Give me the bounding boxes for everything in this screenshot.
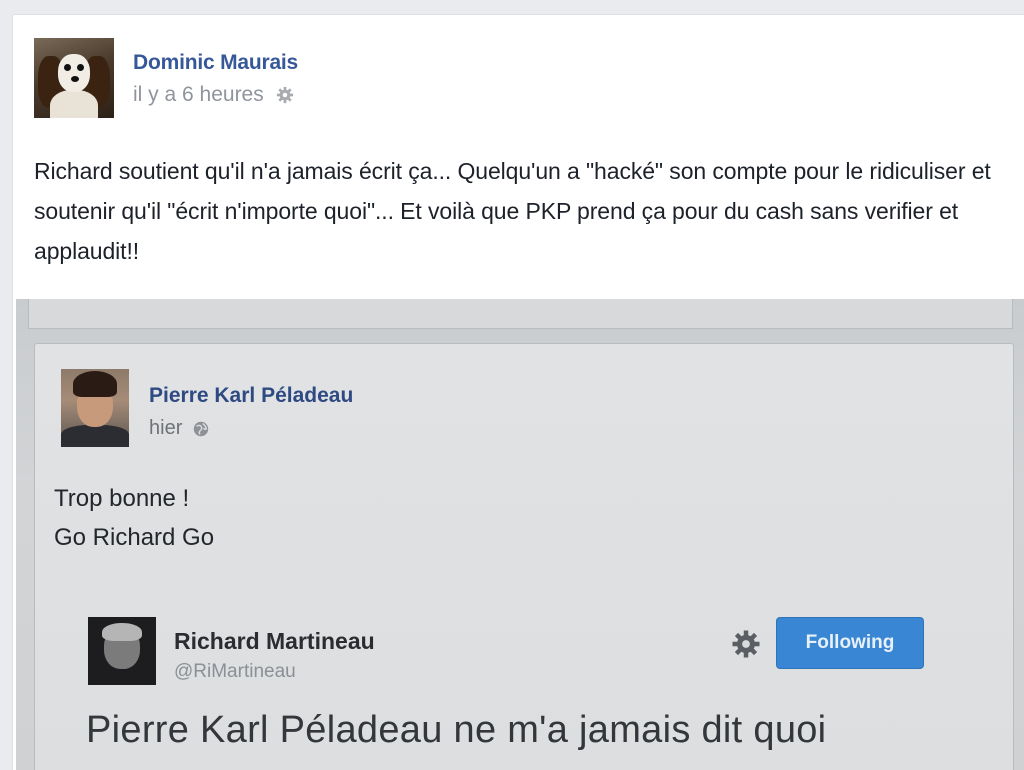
feed-post-card: Dominic Maurais il y a 6 heures Richard …: [12, 14, 1024, 770]
embedded-post-line: Go Richard Go: [54, 524, 215, 551]
embedded-post-line: Trop bonne !: [54, 485, 190, 512]
embedded-post-text: Trop bonne ! Go Richard Go: [54, 479, 214, 557]
post-meta: il y a 6 heures: [133, 83, 294, 107]
post-photo[interactable]: Pierre Karl Péladeau hier Trop bonne ! G…: [16, 299, 1024, 770]
globe-icon: [194, 421, 209, 436]
author-name-link[interactable]: Dominic Maurais: [133, 51, 298, 75]
tweet-author-handle: @RiMartineau: [174, 661, 296, 682]
embedded-post-meta: hier: [149, 417, 210, 440]
embedded-author-avatar: [61, 369, 129, 447]
gear-icon: [732, 630, 760, 658]
tweet-author-avatar: [88, 617, 156, 685]
tweet-text: Pierre Karl Péladeau ne m'a jamais dit q…: [86, 709, 827, 751]
post-timestamp[interactable]: il y a 6 heures: [133, 83, 264, 107]
author-avatar[interactable]: [34, 38, 114, 118]
post-text: Richard soutient qu'il n'a jamais écrit …: [34, 158, 991, 264]
photo-top-strip: [28, 299, 1013, 329]
embedded-post-time: hier: [149, 417, 183, 439]
following-button: Following: [776, 617, 924, 669]
gear-icon[interactable]: [276, 86, 294, 104]
tweet-author-name: Richard Martineau: [174, 628, 375, 654]
embedded-author-name: Pierre Karl Péladeau: [149, 384, 354, 407]
